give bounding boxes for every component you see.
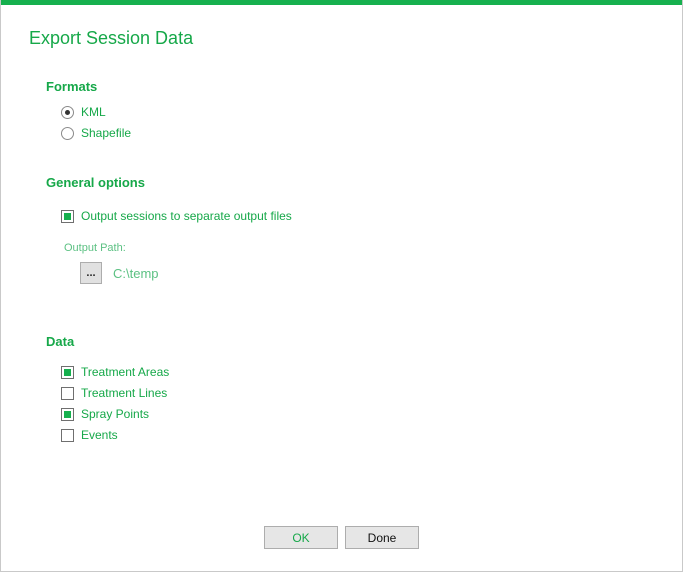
format-option-kml[interactable]: KML bbox=[61, 104, 106, 120]
data-item-treatment-areas[interactable]: Treatment Areas bbox=[61, 364, 169, 380]
checkbox-checked-mark bbox=[64, 410, 71, 418]
treatment-lines-checkbox[interactable] bbox=[61, 386, 74, 400]
shapefile-radio[interactable] bbox=[61, 126, 74, 140]
events-checkbox[interactable] bbox=[61, 428, 74, 442]
separate-files-checkbox[interactable] bbox=[61, 209, 74, 223]
shapefile-label: Shapefile bbox=[81, 126, 132, 140]
radio-selected-dot bbox=[65, 109, 70, 115]
treatment-lines-label: Treatment Lines bbox=[81, 386, 168, 400]
data-item-events[interactable]: Events bbox=[61, 427, 118, 443]
output-path-value: C:\temp bbox=[113, 266, 159, 281]
kml-label: KML bbox=[81, 105, 106, 119]
done-button[interactable]: Done bbox=[345, 526, 419, 549]
events-label: Events bbox=[81, 428, 118, 442]
spray-points-checkbox[interactable] bbox=[61, 407, 74, 421]
spray-points-label: Spray Points bbox=[81, 407, 150, 421]
general-options-title: General options bbox=[46, 175, 145, 190]
checkbox-checked-mark bbox=[64, 212, 71, 220]
treatment-areas-checkbox[interactable] bbox=[61, 365, 74, 379]
kml-radio[interactable] bbox=[61, 105, 74, 119]
browse-button[interactable]: ... bbox=[80, 262, 102, 284]
data-item-spray-points[interactable]: Spray Points bbox=[61, 406, 149, 422]
formats-section-title: Formats bbox=[46, 79, 98, 94]
dialog-title: Export Session Data bbox=[29, 28, 194, 48]
ok-button[interactable]: OK bbox=[264, 526, 338, 549]
separate-files-label: Output sessions to separate output files bbox=[81, 209, 292, 223]
separate-files-option[interactable]: Output sessions to separate output files bbox=[61, 208, 292, 224]
treatment-areas-label: Treatment Areas bbox=[81, 365, 170, 379]
window-accent-bar bbox=[1, 0, 682, 5]
data-item-treatment-lines[interactable]: Treatment Lines bbox=[61, 385, 167, 401]
export-dialog: Export Session Data Formats KML Shapefil… bbox=[0, 0, 683, 572]
output-path-label: Output Path: bbox=[64, 242, 126, 254]
data-section-title: Data bbox=[46, 334, 75, 349]
checkbox-checked-mark bbox=[64, 368, 71, 376]
format-option-shapefile[interactable]: Shapefile bbox=[61, 125, 131, 141]
